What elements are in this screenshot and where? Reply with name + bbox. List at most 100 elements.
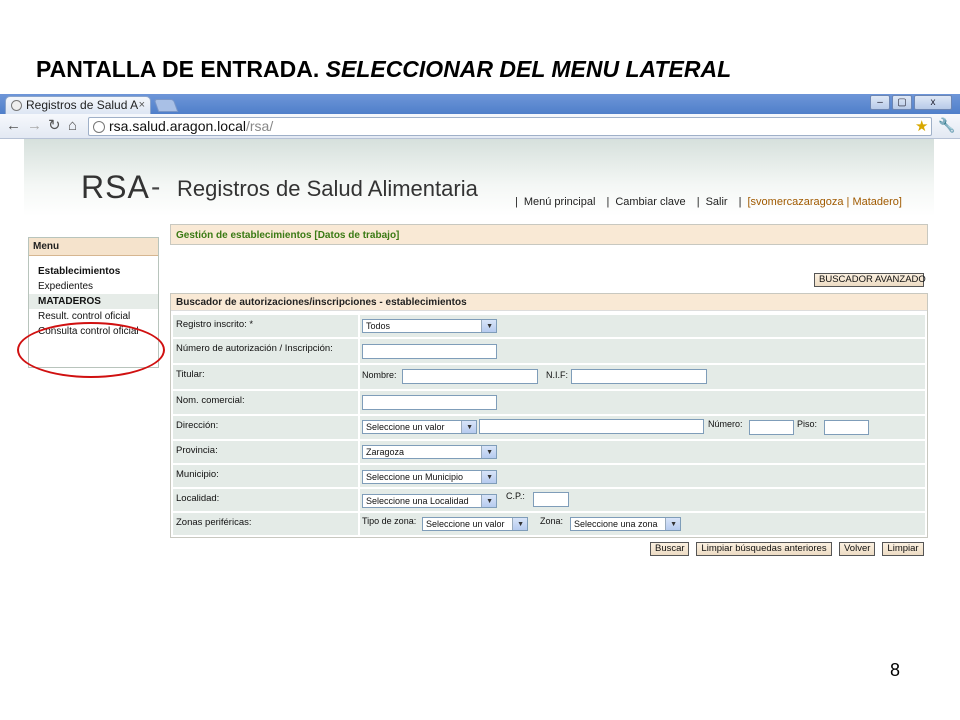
close-window-button[interactable]: x <box>914 95 952 110</box>
search-form: Buscador de autorizaciones/inscripciones… <box>170 293 928 538</box>
row-nom-comercial: Nom. comercial: <box>173 391 925 414</box>
numero-input[interactable] <box>362 344 497 359</box>
label-provincia: Provincia: <box>173 441 358 463</box>
label-numero: Número de autorización / Inscripción: <box>173 339 358 363</box>
label-registro: Registro inscrito: * <box>173 315 358 337</box>
direccion-select[interactable]: Seleccione un valor ▼ <box>362 420 477 434</box>
numero-dir-input[interactable] <box>749 420 794 435</box>
label-numero-dir: Número: <box>708 419 743 429</box>
cp-input[interactable] <box>533 492 569 507</box>
page-info-icon <box>93 121 105 133</box>
side-item-expedientes[interactable]: Expedientes <box>29 279 158 294</box>
browser-window: Registros de Salud A × – ▢ x ← → ↻ ⌂ rsa… <box>0 94 960 556</box>
url-path: /rsa/ <box>245 118 274 134</box>
chevron-down-icon: ▼ <box>517 521 524 528</box>
municipio-select[interactable]: Seleccione un Municipio ▼ <box>362 470 497 484</box>
label-tipo-zona: Tipo de zona: <box>362 516 417 526</box>
side-item-mataderos[interactable]: MATADEROS <box>29 294 158 309</box>
address-bar[interactable]: rsa.salud.aragon.local/rsa/ <box>88 117 932 136</box>
chevron-down-icon: ▼ <box>486 474 493 481</box>
restore-button[interactable]: ▢ <box>892 95 912 110</box>
window-controls: – ▢ x <box>870 95 952 110</box>
browser-tab[interactable]: Registros de Salud A × <box>5 96 151 114</box>
label-zona: Zona: <box>540 516 564 526</box>
row-titular: Titular: Nombre: N.I.F: <box>173 365 925 389</box>
tipo-zona-select[interactable]: Seleccione un valor ▼ <box>422 517 528 531</box>
advanced-search-button[interactable]: BUSCADOR AVANZADO <box>814 273 926 287</box>
chevron-down-icon: ▼ <box>486 498 493 505</box>
nom-comercial-input[interactable] <box>362 395 497 410</box>
app-name: Registros de Salud Alimentaria <box>177 176 478 201</box>
localidad-select[interactable]: Seleccione una Localidad ▼ <box>362 494 497 508</box>
provincia-select[interactable]: Zaragoza ▼ <box>362 445 497 459</box>
forward-arrow-icon[interactable]: → <box>27 118 42 134</box>
logo-dash: - <box>151 171 161 202</box>
label-nom-comercial: Nom. comercial: <box>173 391 358 414</box>
row-registro: Registro inscrito: * Todos ▼ <box>173 315 925 337</box>
chevron-down-icon: ▼ <box>486 323 493 330</box>
nombre-input[interactable] <box>402 369 538 384</box>
provincia-value: Zaragoza <box>366 447 405 457</box>
browser-toolbar: ← → ↻ ⌂ rsa.salud.aragon.local/rsa/ ★ 🔧 <box>0 114 960 139</box>
slide-title-italic: SELECCIONAR DEL MENU LATERAL <box>325 56 732 82</box>
tab-strip: Registros de Salud A × – ▢ x <box>0 94 960 114</box>
direccion-value: Seleccione un valor <box>366 422 445 432</box>
label-nif: N.I.F: <box>546 370 568 380</box>
row-localidad: Localidad: Seleccione una Localidad ▼ C.P… <box>173 489 925 511</box>
buscar-button[interactable]: Buscar <box>650 542 689 556</box>
minimize-button[interactable]: – <box>870 95 890 110</box>
page-viewport: RSA - Registros de Salud Alimentaria | Me… <box>17 139 934 556</box>
section-header: Gestión de establecimientos [Datos de tr… <box>170 224 928 245</box>
nif-input[interactable] <box>571 369 707 384</box>
page-number: 8 <box>890 660 901 680</box>
municipio-value: Seleccione un Municipio <box>366 472 464 482</box>
slide: PANTALLA DE ENTRADA. SELECCIONAR DEL MEN… <box>0 0 960 720</box>
zona-select[interactable]: Seleccione una zona ▼ <box>570 517 681 531</box>
slide-title-main: PANTALLA DE ENTRADA. <box>36 56 326 82</box>
reload-icon[interactable]: ↻ <box>48 118 61 134</box>
nav-salir[interactable]: Salir <box>706 196 728 208</box>
chevron-down-icon: ▼ <box>486 449 493 456</box>
label-localidad: Localidad: <box>173 489 358 511</box>
url-host: rsa.salud.aragon.local <box>109 118 246 134</box>
app-banner: RSA - Registros de Salud Alimentaria | Me… <box>24 139 934 216</box>
registro-value: Todos <box>366 321 391 331</box>
chevron-down-icon: ▼ <box>466 424 473 431</box>
chevron-down-icon: ▼ <box>670 521 677 528</box>
nav-cambiar-clave[interactable]: Cambiar clave <box>615 196 685 208</box>
label-municipio: Municipio: <box>173 465 358 487</box>
volver-button[interactable]: Volver <box>839 542 875 556</box>
label-direccion: Dirección: <box>173 416 358 439</box>
logo-rsa: RSA <box>81 169 150 205</box>
side-item-establecimientos[interactable]: Establecimientos <box>29 264 158 279</box>
label-piso: Piso: <box>797 419 818 429</box>
registro-select[interactable]: Todos ▼ <box>362 319 497 333</box>
back-arrow-icon[interactable]: ← <box>6 118 21 134</box>
side-menu-header: Menu <box>29 238 158 256</box>
row-numero: Número de autorización / Inscripción: <box>173 339 925 363</box>
row-direccion: Dirección: Seleccione un valor ▼ Número: … <box>173 416 925 439</box>
label-zonas: Zonas periféricas: <box>173 513 358 535</box>
wrench-icon[interactable]: 🔧 <box>938 117 955 134</box>
tab-title: Registros de Salud A <box>26 98 139 112</box>
tab-close-icon[interactable]: × <box>139 97 145 113</box>
new-tab-button[interactable] <box>153 99 179 112</box>
bookmark-star-icon[interactable]: ★ <box>915 117 928 135</box>
label-titular: Titular: <box>173 365 358 389</box>
piso-input[interactable] <box>824 420 869 435</box>
direccion-input[interactable] <box>479 419 704 434</box>
limpiar-button[interactable]: Limpiar <box>882 542 924 556</box>
favicon-icon <box>11 100 22 111</box>
localidad-value: Seleccione una Localidad <box>366 496 469 506</box>
tipo-zona-value: Seleccione un valor <box>426 519 505 529</box>
user-info: [svomercazaragoza | Matadero] <box>747 196 902 208</box>
label-cp: C.P.: <box>506 491 525 501</box>
row-provincia: Provincia: Zaragoza ▼ <box>173 441 925 463</box>
home-icon[interactable]: ⌂ <box>68 118 77 134</box>
limpiar-busquedas-button[interactable]: Limpiar búsquedas anteriores <box>696 542 832 556</box>
nav-menu-principal[interactable]: Menú principal <box>524 196 596 208</box>
form-title: Buscador de autorizaciones/inscripciones… <box>171 294 927 311</box>
label-nombre: Nombre: <box>362 370 397 380</box>
highlight-circle <box>17 322 165 378</box>
top-navigation: | Menú principal | Cambiar clave | Salir |[… <box>515 196 902 208</box>
